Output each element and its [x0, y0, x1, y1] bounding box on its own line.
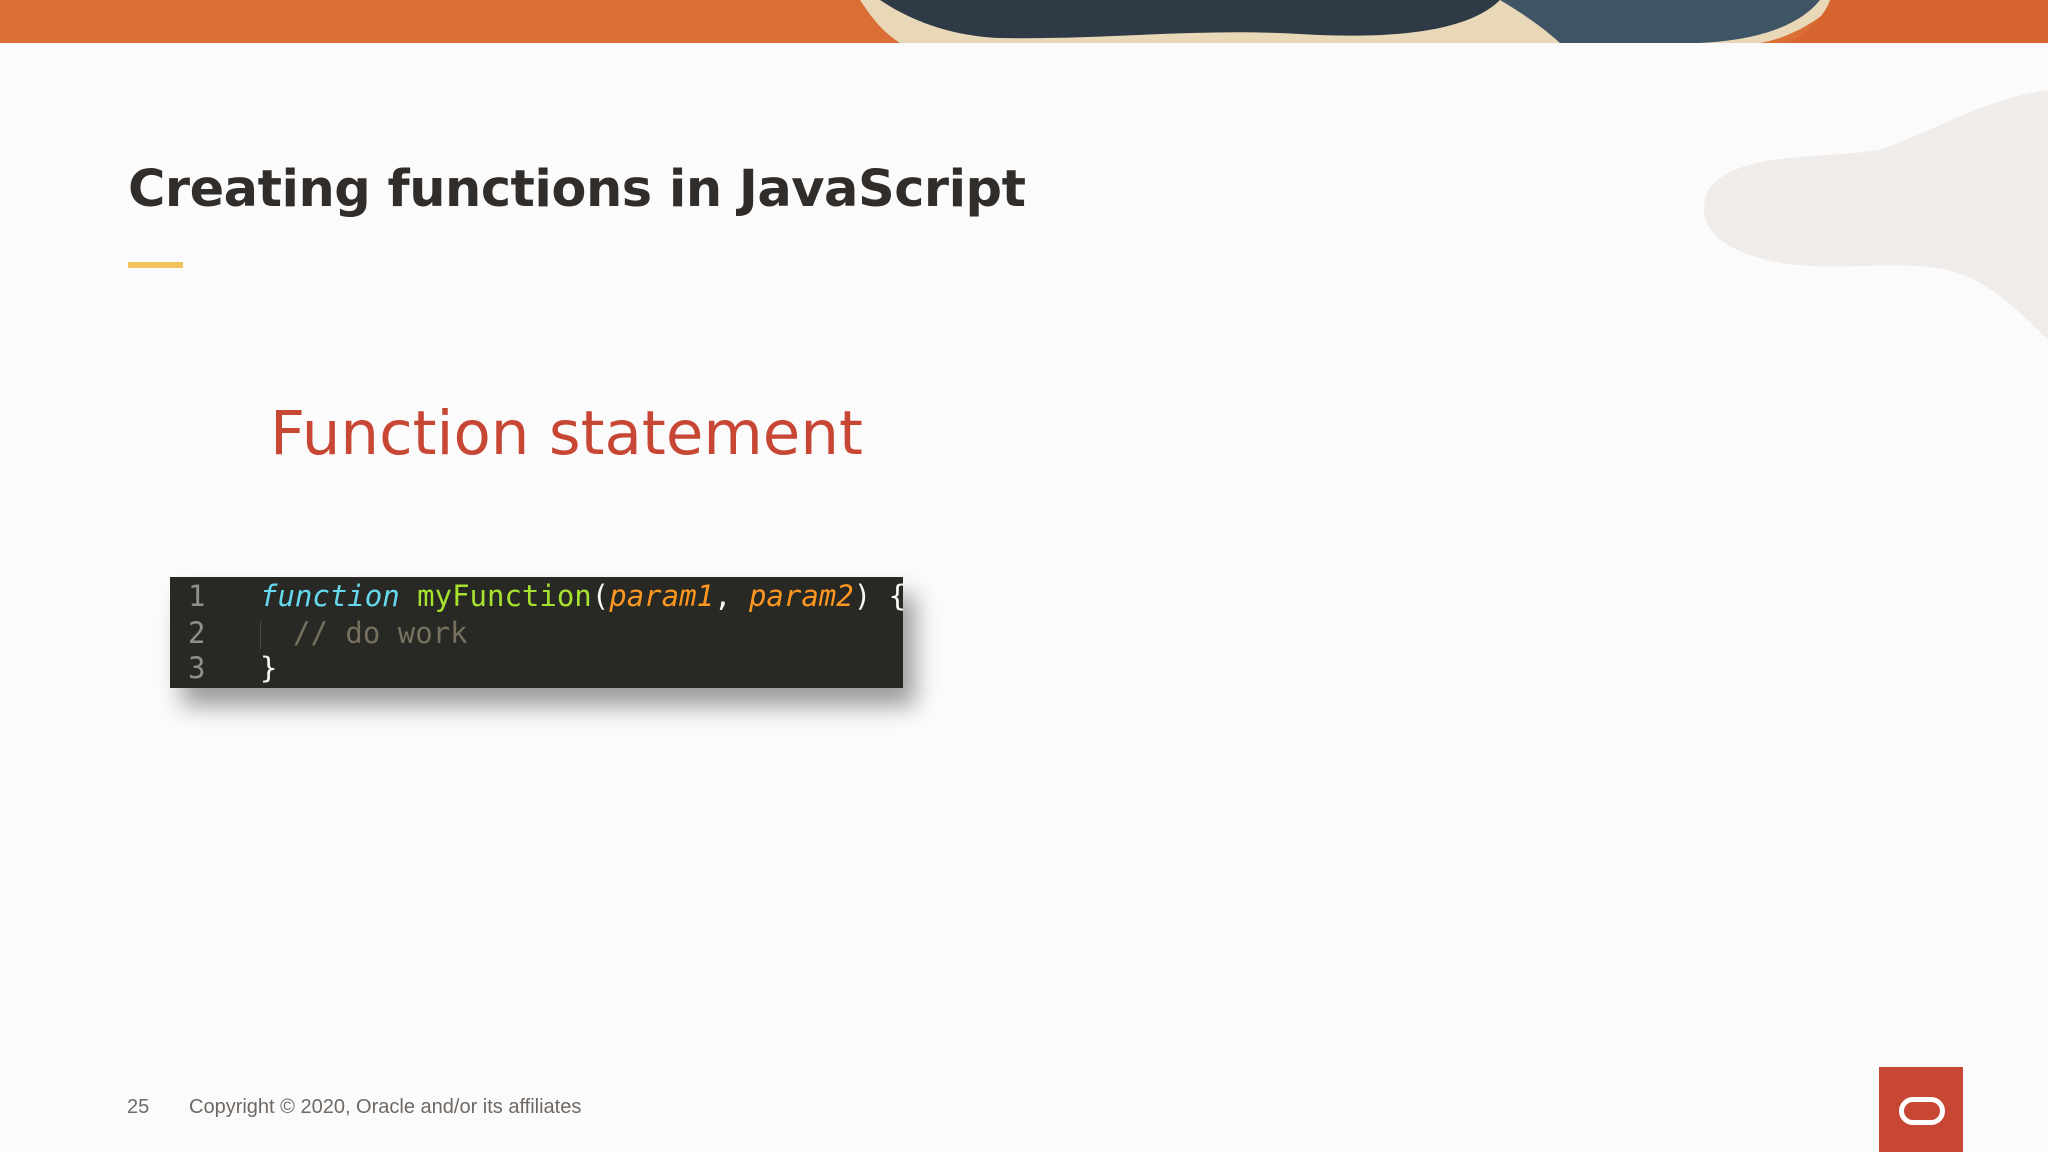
- line-number: 2: [188, 616, 206, 650]
- copyright-notice: Copyright © 2020, Oracle and/or its affi…: [189, 1096, 582, 1118]
- title-accent-bar: [128, 262, 183, 268]
- code-punctuation: (: [591, 579, 610, 613]
- indent-guide: [260, 621, 261, 649]
- slide-title: Creating functions in JavaScript: [128, 160, 1026, 219]
- code-punctuation: }: [260, 651, 278, 685]
- code-function-name: myFunction: [417, 579, 592, 613]
- oracle-logo-icon: [1879, 1067, 1963, 1152]
- oracle-ring-icon: [1899, 1097, 1945, 1125]
- decorative-banner: [0, 0, 2048, 43]
- code-keyword: function: [260, 579, 400, 613]
- code-parameter: param2: [748, 579, 854, 613]
- code-content: // do work: [260, 615, 468, 651]
- section-heading: Function statement: [270, 398, 863, 469]
- line-number: 3: [188, 651, 206, 685]
- decorative-blob: [1704, 90, 2048, 340]
- code-comment: // do work: [293, 616, 468, 650]
- code-punctuation: ) {: [853, 579, 907, 613]
- code-content: function myFunction(param1, param2) {: [260, 578, 906, 614]
- code-content: }: [260, 650, 277, 686]
- page-number: 25: [127, 1096, 150, 1118]
- line-number: 1: [188, 579, 206, 613]
- code-parameter: param1: [609, 579, 714, 613]
- code-punctuation: ,: [714, 579, 732, 613]
- code-block: 1 function myFunction(param1, param2) { …: [170, 577, 906, 688]
